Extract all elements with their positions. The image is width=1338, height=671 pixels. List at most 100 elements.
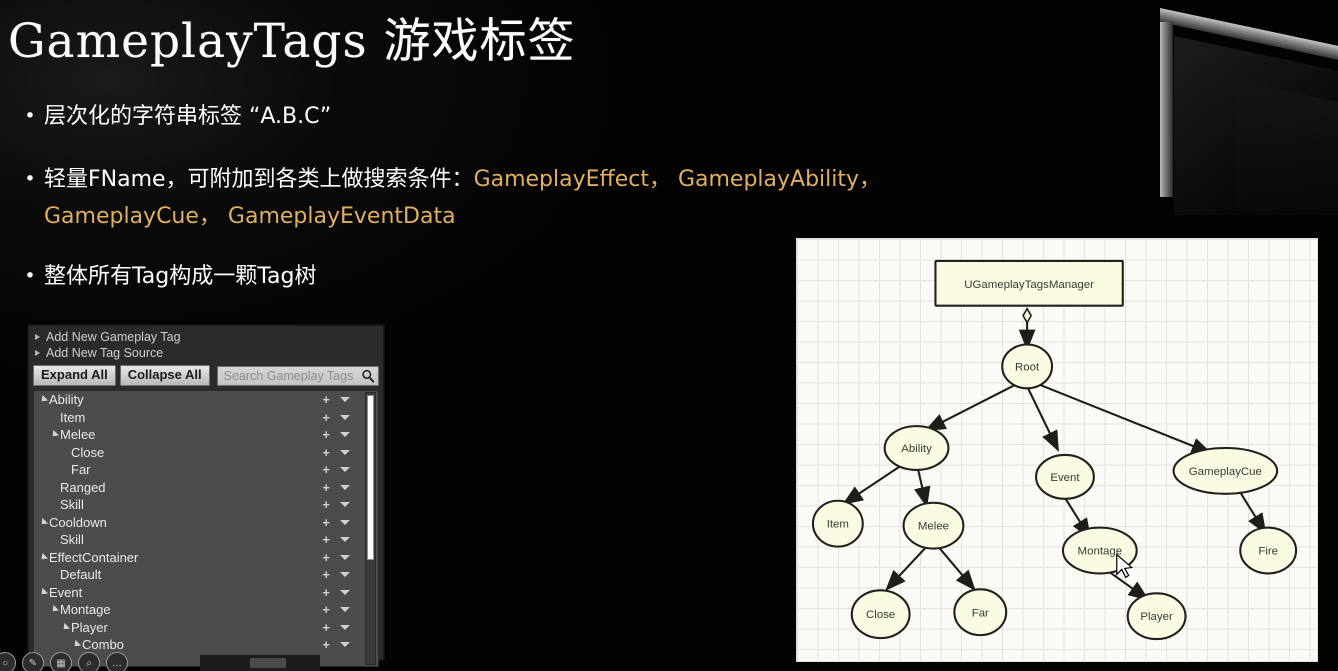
search-icon[interactable]: ⌕ [78, 652, 100, 671]
chevron-down-icon[interactable] [340, 397, 350, 403]
add-new-gameplay-tag-label: Add New Gameplay Tag [46, 330, 181, 344]
chevron-down-icon[interactable] [340, 572, 350, 578]
expand-triangle-icon[interactable] [38, 552, 49, 562]
tag-row-actions: + [322, 621, 350, 634]
tag-row-label: Item [60, 409, 86, 425]
add-new-tag-source-label: Add New Tag Source [46, 346, 164, 360]
chevron-down-icon[interactable] [340, 484, 350, 490]
tag-row-label: Ranged [60, 479, 106, 495]
gameplay-tag-tree[interactable]: Ability + Item + Melee + Close + Far + Ranged + Skil… [33, 390, 379, 667]
chevron-down-icon[interactable] [340, 467, 350, 473]
tag-tree-row[interactable]: Melee + [34, 426, 378, 444]
search-gameplay-tags-input[interactable]: Search Gameplay Tags [216, 365, 379, 386]
chevron-down-icon[interactable] [340, 449, 350, 455]
add-new-gameplay-tag-row[interactable]: Add New Gameplay Tag [33, 329, 379, 345]
pencil-icon[interactable]: ✎ [22, 652, 44, 671]
tag-row-label-wrap: Combo [34, 637, 322, 652]
chevron-down-icon[interactable] [340, 607, 350, 613]
chevron-down-icon[interactable] [340, 432, 350, 438]
chevron-down-icon[interactable] [340, 414, 350, 420]
add-tag-icon[interactable]: + [322, 551, 330, 564]
scrollbar-thumb[interactable] [367, 395, 374, 560]
tag-row-label-wrap: Default [34, 567, 322, 582]
tag-row-actions: + [322, 411, 350, 424]
tag-tree-row[interactable]: Cooldown + [34, 514, 378, 532]
add-tag-icon[interactable]: + [322, 393, 330, 406]
ellipsis-icon[interactable]: … [106, 652, 128, 671]
tag-row-label: EffectContainer [49, 549, 139, 565]
decorative-3d-frame [1108, 0, 1338, 215]
add-tag-icon[interactable]: + [322, 428, 330, 441]
chevron-down-icon[interactable] [340, 642, 350, 648]
add-tag-icon[interactable]: + [322, 498, 330, 511]
chevron-right-icon [35, 350, 40, 356]
grid-icon[interactable]: ▦ [50, 652, 72, 671]
editor-status-chip [250, 658, 286, 668]
tag-tree-row[interactable]: Montage + [34, 601, 378, 619]
expand-triangle-icon[interactable] [38, 395, 49, 405]
tag-tree-row[interactable]: Player + [34, 619, 378, 637]
expand-triangle-icon[interactable] [38, 587, 49, 597]
expand-triangle-icon[interactable] [71, 640, 82, 650]
chevron-down-icon[interactable] [340, 554, 350, 560]
add-tag-icon[interactable]: + [322, 603, 330, 616]
magnifier-icon [362, 369, 375, 383]
add-tag-icon[interactable]: + [322, 638, 330, 651]
tag-row-label: Montage [60, 602, 111, 618]
add-new-tag-source-row[interactable]: Add New Tag Source [33, 345, 379, 361]
tag-tree-scrollbar[interactable] [365, 392, 376, 665]
expand-triangle-icon[interactable] [60, 622, 71, 632]
tag-tree-row[interactable]: Ability + [34, 391, 378, 409]
chevron-down-icon[interactable] [340, 589, 350, 595]
add-tag-icon[interactable]: + [322, 586, 330, 599]
tag-tree-row[interactable]: Ranged + [34, 479, 378, 497]
circle-icon[interactable]: ○ [0, 652, 16, 671]
chevron-down-icon[interactable] [340, 537, 350, 543]
add-tag-icon[interactable]: + [322, 568, 330, 581]
add-tag-icon[interactable]: + [322, 481, 330, 494]
chevron-down-icon[interactable] [340, 624, 350, 630]
tag-row-label: Skill [60, 497, 84, 513]
add-tag-icon[interactable]: + [322, 516, 330, 529]
slide-canvas: GameplayTags 游戏标签 • 层次化的字符串标签 “A.B.C” • … [0, 0, 1338, 671]
editor-mini-toolbar: ○ ✎ ▦ ⌕ … [0, 652, 128, 671]
collapse-all-button[interactable]: Collapse All [119, 365, 210, 386]
add-tag-icon[interactable]: + [322, 621, 330, 634]
tag-row-label-wrap: Item [34, 410, 322, 425]
tag-tree-row[interactable]: Combo + [34, 636, 378, 654]
bullet-marker: • [24, 168, 36, 190]
tag-tree-row[interactable]: Skill + [34, 531, 378, 549]
bullet2-highlight-1: GameplayEffect， [473, 167, 671, 192]
tag-row-label-wrap: Ability [34, 392, 322, 407]
slide-title-latin: GameplayTags [8, 14, 368, 69]
add-tag-icon[interactable]: + [322, 411, 330, 424]
chevron-down-icon[interactable] [340, 502, 350, 508]
expand-triangle-icon[interactable] [49, 605, 60, 615]
tag-row-label-wrap: Skill [34, 497, 322, 512]
node-label-close: Close [866, 609, 895, 621]
chevron-down-icon[interactable] [340, 519, 350, 525]
tag-row-label-wrap: Ranged [34, 480, 322, 495]
add-tag-icon[interactable]: + [322, 446, 330, 459]
tag-tree-row[interactable]: Event + [34, 584, 378, 602]
tag-row-label-wrap: Skill [34, 532, 322, 547]
tag-row-label-wrap: Far [34, 462, 322, 477]
expand-triangle-icon[interactable] [38, 517, 49, 527]
tag-tree-row[interactable]: Close + [34, 444, 378, 462]
node-label-ability: Ability [901, 443, 932, 455]
tag-tree-row[interactable]: Default + [34, 566, 378, 584]
tag-tree-row[interactable]: Item + [34, 409, 378, 427]
slide-title: GameplayTags 游戏标签 [8, 2, 576, 71]
slide-title-cjk: 游戏标签 [383, 14, 576, 69]
add-tag-icon[interactable]: + [322, 533, 330, 546]
bullet2-lead: 轻量FName，可附加到各类上做搜索条件： [44, 167, 474, 192]
tag-tree-row[interactable]: EffectContainer + [34, 549, 378, 567]
add-tag-icon[interactable]: + [322, 463, 330, 476]
tag-tree-row[interactable]: Far + [34, 461, 378, 479]
tag-row-actions: + [322, 586, 350, 599]
expand-all-button[interactable]: Expand All [33, 365, 116, 386]
tag-row-actions: + [322, 516, 350, 529]
search-placeholder-text: Search Gameplay Tags [223, 368, 354, 383]
tag-tree-row[interactable]: Skill + [34, 496, 378, 514]
expand-triangle-icon[interactable] [49, 430, 60, 440]
